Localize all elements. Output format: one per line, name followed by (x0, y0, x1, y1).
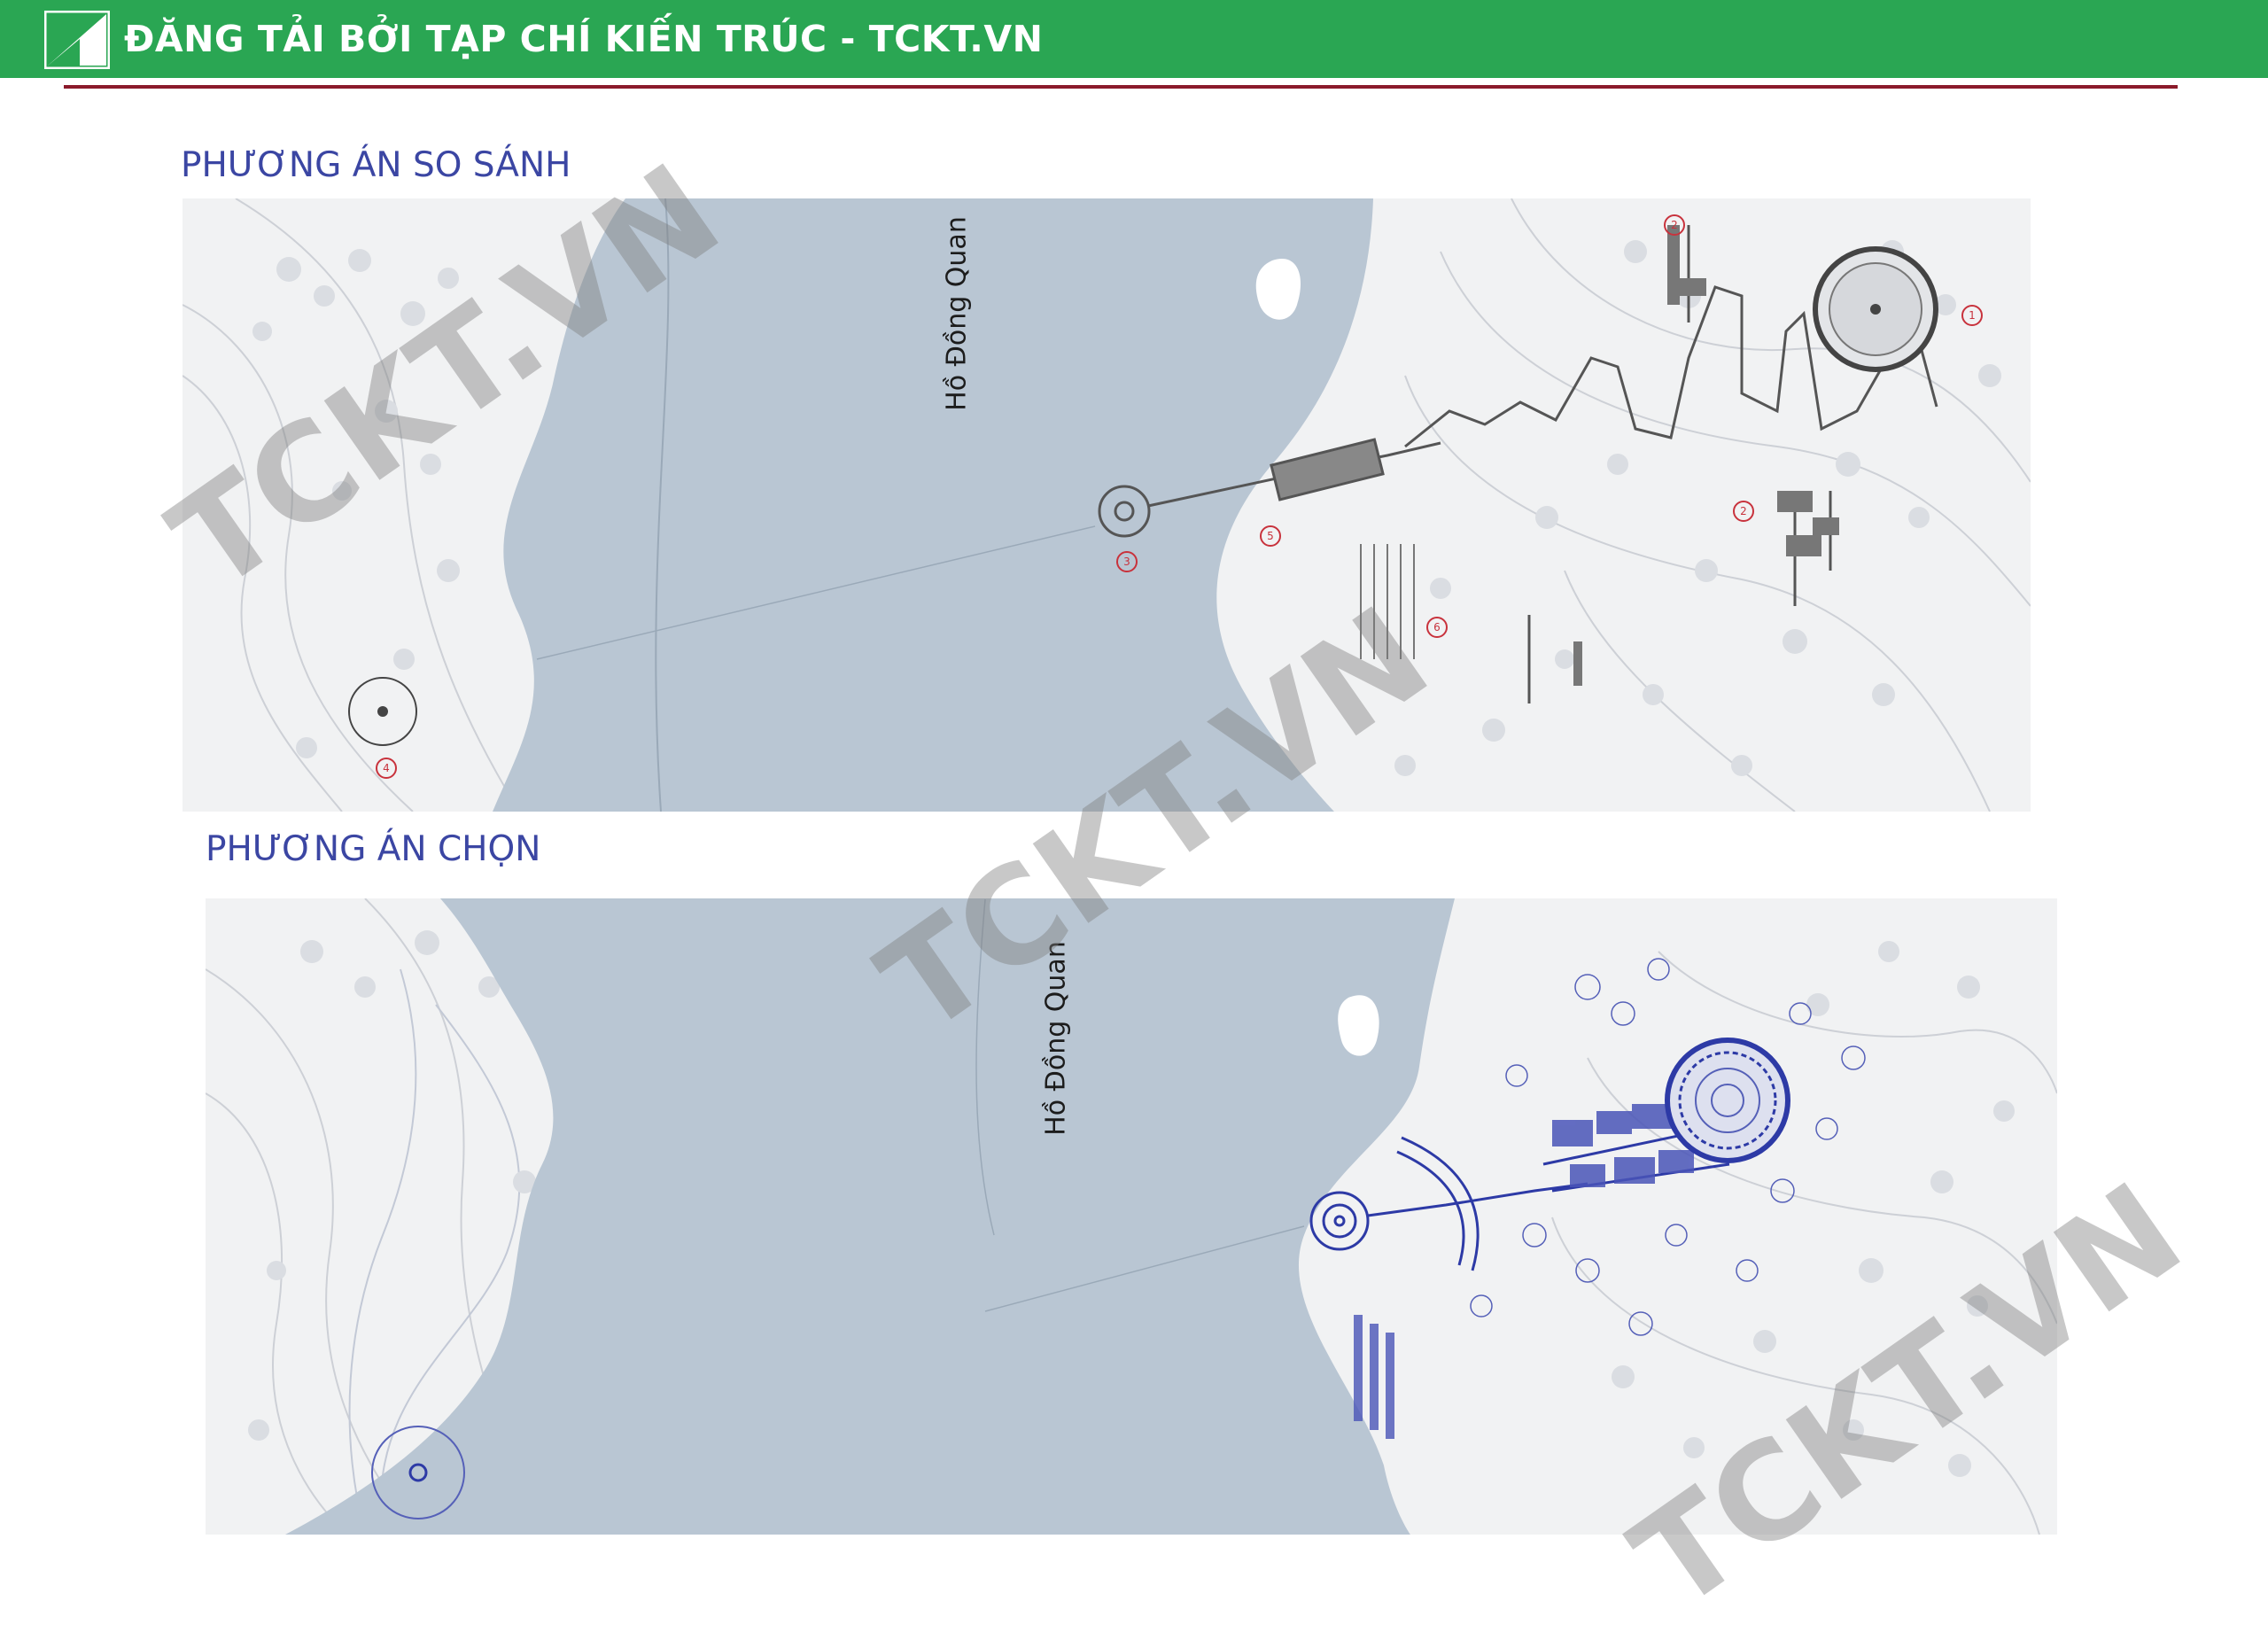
section-title-comparison: PHƯƠNG ÁN SO SÁNH (181, 145, 571, 185)
marker-label: 2 (1740, 505, 1747, 517)
marker-label: 4 (383, 762, 390, 774)
header-banner: ĐĂNG TẢI BỞI TẠP CHÍ KIẾN TRÚC - TCKT.VN (0, 0, 2268, 78)
marker-label: 1 (1969, 309, 1976, 322)
divider-line (64, 85, 2178, 89)
marker-label: 3 (1123, 556, 1130, 568)
lake-label: Hồ Đồng Quan (1040, 941, 1072, 1136)
site-plan-selected: Hồ Đồng Quan (206, 898, 2057, 1535)
site-plan-drawing: 1 2 2 3 4 5 6 (183, 198, 2031, 812)
marker-label: 2 (1671, 219, 1678, 231)
tckt-logo-icon (44, 11, 110, 69)
marker-label: 6 (1433, 621, 1441, 633)
site-plan-comparison: 1 2 2 3 4 5 6 Hồ Đồng Quan (183, 198, 2031, 812)
banner-title: ĐĂNG TẢI BỞI TẠP CHÍ KIẾN TRÚC - TCKT.VN (124, 18, 1044, 60)
site-plan-drawing (206, 898, 2057, 1535)
section-title-selected: PHƯƠNG ÁN CHỌN (206, 829, 541, 869)
lake-label: Hồ Đồng Quan (941, 216, 973, 411)
marker-label: 5 (1267, 530, 1274, 542)
